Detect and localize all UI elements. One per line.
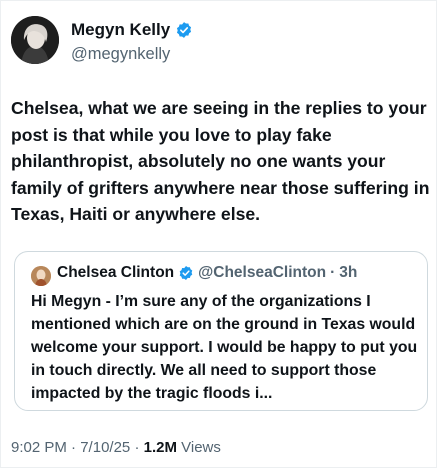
author-handle[interactable]: @megynkelly — [71, 45, 170, 64]
quoted-author-avatar[interactable] — [31, 266, 51, 286]
quoted-header: Chelsea Clinton @ChelseaClinton · 3h — [57, 264, 357, 282]
verified-badge-icon — [177, 22, 192, 38]
verified-badge-icon — [179, 266, 193, 280]
meta-separator: · — [71, 439, 77, 456]
tweet-text: Chelsea, what we are seeing in the repli… — [11, 98, 430, 224]
quoted-author-handle[interactable]: @ChelseaClinton — [198, 264, 326, 282]
tweet-date[interactable]: 7/10/25 — [80, 439, 130, 456]
quoted-separator: · — [330, 264, 336, 281]
tweet-card: Megyn Kelly @megynkelly Chelsea, what we… — [0, 0, 437, 468]
author-avatar[interactable] — [11, 16, 59, 64]
quoted-timestamp[interactable]: 3h — [339, 264, 357, 282]
quoted-tweet-text: Hi Megyn - I’m sure any of the organizat… — [31, 293, 418, 402]
meta-separator: · — [134, 439, 140, 456]
views-count: 1.2M — [143, 439, 177, 456]
quoted-tweet[interactable]: Chelsea Clinton @ChelseaClinton · 3h Hi … — [14, 251, 428, 411]
author-name-row: Megyn Kelly — [71, 20, 193, 40]
quoted-author-name[interactable]: Chelsea Clinton — [57, 264, 174, 282]
tweet-time[interactable]: 9:02 PM — [11, 439, 67, 456]
tweet-meta: 9:02 PM · 7/10/25 · 1.2M Views — [11, 439, 221, 456]
views-label: Views — [181, 439, 221, 456]
author-name[interactable]: Megyn Kelly — [71, 20, 170, 40]
